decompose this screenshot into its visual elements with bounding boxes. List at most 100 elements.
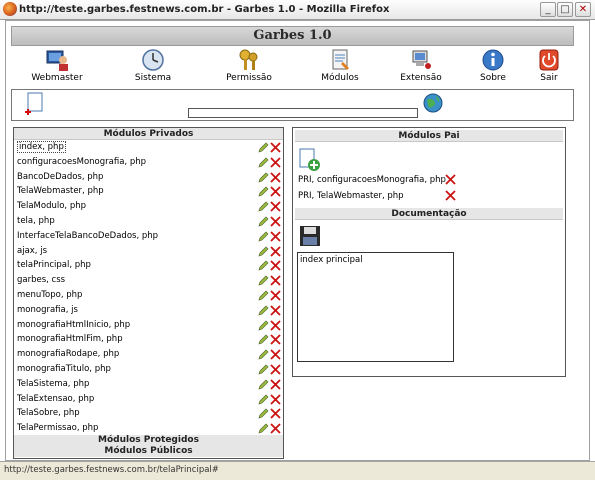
parent-module-row: PRI, configuracoesMonografia, php	[295, 172, 563, 188]
edit-pencil-icon[interactable]	[258, 201, 269, 212]
edit-pencil-icon[interactable]	[258, 305, 269, 316]
delete-icon[interactable]	[270, 216, 281, 227]
minimize-button[interactable]: _	[540, 2, 556, 17]
main-toolbar: Webmaster Sistema Permissão Módulos Exte…	[11, 48, 574, 84]
documentation-textarea[interactable]: index principal	[297, 252, 454, 362]
module-name[interactable]: index, php	[17, 141, 66, 153]
delete-icon[interactable]	[270, 275, 281, 286]
module-name[interactable]: monografia, js	[17, 305, 78, 315]
toolbar-label: Extensão	[400, 73, 442, 83]
module-name[interactable]: monografiaTitulo, php	[17, 364, 111, 374]
module-name[interactable]: configuracoesMonografia, php	[17, 157, 146, 167]
edit-pencil-icon[interactable]	[258, 349, 269, 360]
private-module-row: TelaModulo, php	[14, 199, 283, 214]
private-module-row: TelaPermissao, php	[14, 421, 283, 436]
edit-pencil-icon[interactable]	[258, 172, 269, 183]
private-module-row: menuTopo, php	[14, 288, 283, 303]
edit-pencil-icon[interactable]	[258, 260, 269, 271]
edit-pencil-icon[interactable]	[258, 394, 269, 405]
edit-pencil-icon[interactable]	[258, 142, 269, 153]
parent-module-row: PRI, TelaWebmaster, php	[295, 188, 563, 204]
protected-modules-header[interactable]: Módulos Protegidos	[14, 435, 283, 446]
delete-icon[interactable]	[270, 186, 281, 198]
delete-icon[interactable]	[270, 423, 281, 434]
exit-icon	[539, 49, 559, 71]
delete-icon[interactable]	[270, 319, 281, 331]
globe-search-icon[interactable]	[422, 92, 446, 116]
toolbar-sair[interactable]: Sair	[517, 48, 581, 84]
edit-pencil-icon[interactable]	[258, 231, 269, 242]
edit-pencil-icon[interactable]	[258, 290, 269, 301]
clock-icon	[142, 49, 164, 71]
module-name[interactable]: TelaExtensao, php	[17, 394, 94, 404]
private-module-row: InterfaceTelaBancoDeDados, php	[14, 229, 283, 244]
delete-icon[interactable]	[270, 305, 281, 316]
module-name[interactable]: telaPrincipal, php	[17, 260, 91, 270]
delete-icon[interactable]	[270, 231, 281, 242]
module-name[interactable]: garbes, css	[17, 275, 65, 285]
edit-pencil-icon[interactable]	[258, 186, 269, 197]
edit-pencil-icon[interactable]	[258, 157, 269, 168]
private-modules-list: index, php configuracoesMonografia, php Ba…	[14, 140, 283, 436]
toolbar-label: Permissão	[226, 73, 272, 83]
delete-icon[interactable]	[270, 364, 281, 375]
window-title: http://teste.garbes.festnews.com.br - Ga…	[19, 4, 390, 15]
toolbar-permissao[interactable]: Permissão	[217, 48, 281, 84]
toolbar-label: Módulos	[321, 73, 359, 83]
save-icon[interactable]	[299, 225, 321, 247]
module-name[interactable]: TelaSistema, php	[17, 379, 89, 389]
toolbar-modulos[interactable]: Módulos	[308, 48, 372, 84]
public-modules-header[interactable]: Módulos Públicos	[14, 446, 283, 457]
toolbar-sistema[interactable]: Sistema	[121, 48, 185, 84]
search-input[interactable]	[188, 108, 418, 118]
private-module-row: TelaSistema, php	[14, 377, 283, 392]
status-bar: http://teste.garbes.festnews.com.br/tela…	[0, 461, 595, 480]
delete-icon[interactable]	[270, 157, 281, 168]
new-document-icon[interactable]	[22, 92, 44, 118]
module-name[interactable]: TelaModulo, php	[17, 201, 86, 211]
module-name[interactable]: tela, php	[17, 216, 55, 226]
delete-icon[interactable]	[270, 334, 281, 345]
delete-icon[interactable]	[270, 408, 281, 419]
delete-icon[interactable]	[270, 142, 281, 153]
delete-icon[interactable]	[270, 245, 281, 257]
edit-pencil-icon[interactable]	[258, 275, 269, 286]
edit-pencil-icon[interactable]	[258, 379, 269, 390]
module-name[interactable]: BancoDeDados, php	[17, 172, 103, 182]
edit-pencil-icon[interactable]	[258, 334, 269, 345]
maximize-button[interactable]: □	[557, 2, 573, 17]
toolbar-extensao[interactable]: Extensão	[389, 48, 453, 84]
delete-icon[interactable]	[270, 260, 281, 272]
edit-pencil-icon[interactable]	[258, 320, 269, 331]
add-parent-icon[interactable]	[299, 148, 321, 172]
module-name[interactable]: menuTopo, php	[17, 290, 82, 300]
module-name[interactable]: monografiaHtmlInicio, php	[17, 320, 130, 330]
delete-icon[interactable]	[270, 379, 281, 390]
edit-pencil-icon[interactable]	[258, 423, 269, 434]
private-module-row: BancoDeDados, php	[14, 170, 283, 185]
toolbar-sobre[interactable]: Sobre	[461, 48, 525, 84]
edit-pencil-icon[interactable]	[258, 408, 269, 419]
delete-icon[interactable]	[270, 201, 281, 212]
delete-icon[interactable]	[445, 190, 456, 201]
close-button[interactable]: ✕	[575, 2, 591, 17]
module-name[interactable]: monografiaRodape, php	[17, 349, 119, 359]
delete-icon[interactable]	[270, 393, 281, 405]
module-name[interactable]: TelaSobre, php	[17, 408, 80, 418]
toolbar-webmaster[interactable]: Webmaster	[25, 48, 89, 84]
delete-icon[interactable]	[445, 174, 456, 185]
edit-pencil-icon[interactable]	[258, 364, 269, 375]
edit-pencil-icon[interactable]	[258, 216, 269, 227]
module-name[interactable]: InterfaceTelaBancoDeDados, php	[17, 231, 158, 241]
module-name[interactable]: TelaPermissao, php	[17, 423, 98, 433]
delete-icon[interactable]	[270, 349, 281, 360]
document-icon	[332, 49, 349, 70]
delete-icon[interactable]	[270, 171, 281, 183]
toolbar-label: Sair	[540, 73, 558, 83]
edit-pencil-icon[interactable]	[258, 246, 269, 257]
info-icon	[482, 49, 504, 71]
module-name[interactable]: ajax, js	[17, 246, 47, 256]
delete-icon[interactable]	[270, 290, 281, 301]
module-name[interactable]: monografiaHtmlFim, php	[17, 334, 123, 344]
module-name[interactable]: TelaWebmaster, php	[17, 186, 104, 196]
